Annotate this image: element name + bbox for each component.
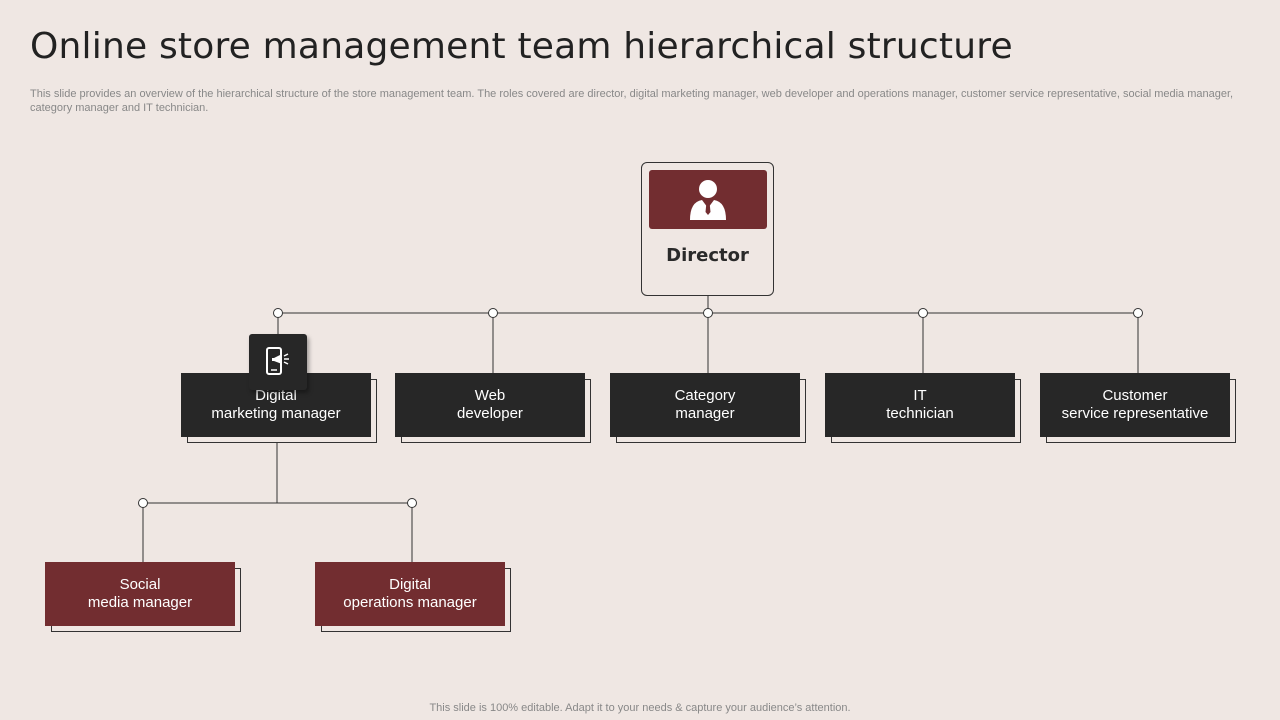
- slide-footer: This slide is 100% editable. Adapt it to…: [429, 702, 851, 714]
- role-card-web-developer: Web developer: [395, 373, 591, 443]
- role-card-social-media: Social media manager: [45, 562, 241, 632]
- node-dot: [407, 498, 417, 508]
- node-dot: [273, 308, 283, 318]
- director-label: Director: [666, 245, 749, 266]
- role-label: IT technician: [886, 387, 954, 422]
- node-dot: [703, 308, 713, 318]
- mobile-megaphone-icon: [266, 347, 289, 375]
- role-card-customer-service: Customer service representative: [1040, 373, 1236, 443]
- node-dot: [488, 308, 498, 318]
- role-label: Web developer: [457, 387, 523, 422]
- node-dot: [1133, 308, 1143, 318]
- role-label: Digital marketing manager: [211, 387, 341, 422]
- director-node: Director: [641, 162, 774, 296]
- role-label: Customer service representative: [1061, 387, 1209, 422]
- role-card-it-technician: IT technician: [825, 373, 1021, 443]
- director-icon-panel: [649, 170, 767, 229]
- role-card-digital-operations: Digital operations manager: [315, 562, 511, 632]
- person-icon: [690, 179, 726, 220]
- role-label: Category manager: [674, 387, 736, 422]
- marketing-badge: [249, 334, 307, 390]
- node-dot: [138, 498, 148, 508]
- role-card-category-manager: Category manager: [610, 373, 806, 443]
- node-dot: [918, 308, 928, 318]
- role-label: Social media manager: [87, 576, 193, 611]
- role-label: Digital operations manager: [343, 576, 477, 611]
